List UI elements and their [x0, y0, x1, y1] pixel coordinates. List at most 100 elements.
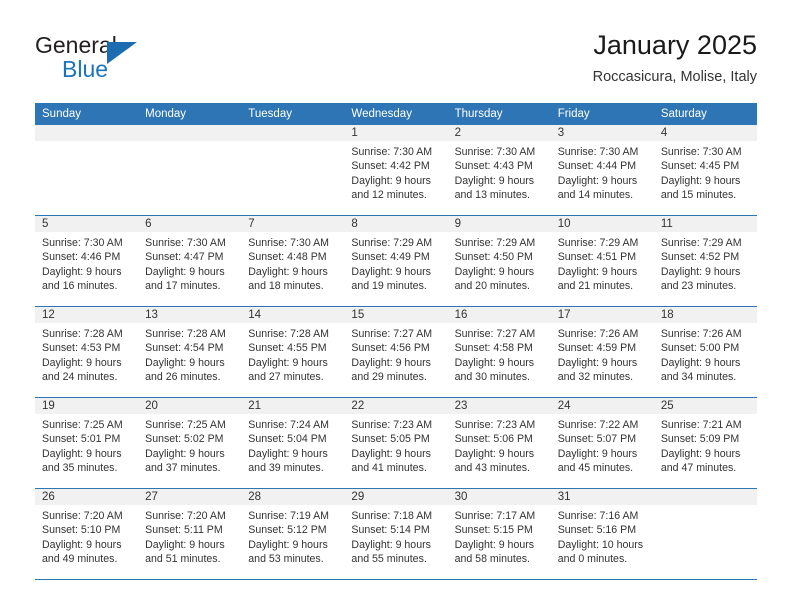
day-detail-line: Sunrise: 7:24 AM — [248, 419, 329, 431]
day-detail-line: and 24 minutes. — [42, 370, 118, 383]
day-detail-line: Sunrise: 7:28 AM — [145, 328, 226, 340]
day-detail-line: and 49 minutes. — [42, 552, 118, 565]
day-detail-line: Sunrise: 7:27 AM — [454, 328, 536, 340]
calendar-day-cell-empty — [653, 489, 757, 579]
day-details: Sunrise: 7:30 AM Sunset: 4:44 PM Daylight:… — [551, 141, 654, 202]
calendar-day-cell[interactable]: 11 Sunrise: 7:29 AM Sunset: 4:52 PM Dayligh… — [653, 216, 757, 306]
calendar-day-cell[interactable]: 20 Sunrise: 7:25 AM Sunset: 5:02 PM Dayligh… — [138, 398, 242, 488]
calendar-day-cell[interactable]: 2 Sunrise: 7:30 AM Sunset: 4:43 PM Daylight… — [447, 125, 551, 215]
calendar-day-cell[interactable]: 21 Sunrise: 7:24 AM Sunset: 5:04 PM Dayligh… — [241, 398, 345, 488]
day-details: Sunrise: 7:23 AM Sunset: 5:05 PM Daylight:… — [344, 414, 447, 475]
calendar-day-cell[interactable]: 5 Sunrise: 7:30 AM Sunset: 4:46 PM Daylight… — [35, 216, 139, 306]
day-number: 27 — [138, 489, 242, 505]
triangle-logo-icon — [107, 42, 137, 64]
day-detail-line: Sunset: 4:44 PM — [557, 160, 637, 173]
day-detail-line: Sunrise: 7:20 AM — [42, 510, 123, 522]
calendar-day-cell[interactable]: 1 Sunrise: 7:30 AM Sunset: 4:42 PM Daylight… — [344, 125, 448, 215]
calendar-day-cell[interactable]: 28 Sunrise: 7:19 AM Sunset: 5:12 PM Dayligh… — [241, 489, 345, 579]
general-blue-logo[interactable]: General Blue — [35, 32, 175, 88]
day-detail-line: Daylight: 9 hours — [145, 447, 225, 460]
day-detail-line: Sunset: 4:52 PM — [660, 251, 740, 264]
day-detail-line: Sunrise: 7:23 AM — [454, 419, 536, 431]
calendar-day-cell[interactable]: 18 Sunrise: 7:26 AM Sunset: 5:00 PM Dayligh… — [653, 307, 757, 397]
calendar-day-cell[interactable]: 14 Sunrise: 7:28 AM Sunset: 4:55 PM Dayligh… — [241, 307, 345, 397]
day-detail-line: Sunrise: 7:30 AM — [145, 237, 226, 249]
day-detail-line: and 47 minutes. — [660, 461, 737, 474]
day-detail-line: and 13 minutes. — [454, 188, 530, 201]
calendar-day-cell[interactable]: 7 Sunrise: 7:30 AM Sunset: 4:48 PM Daylight… — [241, 216, 345, 306]
calendar-day-cell[interactable]: 3 Sunrise: 7:30 AM Sunset: 4:44 PM Daylight… — [550, 125, 654, 215]
calendar-day-cell[interactable]: 23 Sunrise: 7:23 AM Sunset: 5:06 PM Dayligh… — [447, 398, 551, 488]
day-number: 5 — [35, 216, 139, 232]
weekday-header-thursday: Thursday — [447, 103, 551, 125]
day-detail-line: Sunrise: 7:29 AM — [351, 237, 433, 249]
day-detail-line: and 27 minutes. — [248, 370, 324, 383]
day-details: Sunrise: 7:26 AM Sunset: 4:59 PM Daylight:… — [551, 323, 654, 384]
day-details: Sunrise: 7:25 AM Sunset: 5:01 PM Daylight:… — [35, 414, 138, 475]
day-detail-line: Sunset: 4:47 PM — [145, 251, 224, 264]
day-number: 10 — [550, 216, 654, 232]
day-details: Sunrise: 7:28 AM Sunset: 4:53 PM Daylight:… — [35, 323, 138, 384]
day-details: Sunrise: 7:30 AM Sunset: 4:46 PM Daylight:… — [35, 232, 138, 293]
calendar-week-row: 19 Sunrise: 7:25 AM Sunset: 5:01 PM Dayligh… — [35, 397, 757, 489]
day-detail-line: Sunrise: 7:30 AM — [454, 146, 536, 158]
calendar-day-cell[interactable]: 24 Sunrise: 7:22 AM Sunset: 5:07 PM Dayligh… — [550, 398, 654, 488]
day-detail-line: and 23 minutes. — [660, 279, 737, 292]
day-detail-line: and 58 minutes. — [454, 552, 530, 565]
day-detail-line: Daylight: 9 hours — [557, 447, 638, 460]
day-number: 4 — [653, 125, 757, 141]
day-detail-line: Daylight: 9 hours — [248, 447, 328, 460]
calendar-day-cell[interactable]: 16 Sunrise: 7:27 AM Sunset: 4:58 PM Dayligh… — [447, 307, 551, 397]
day-number: 9 — [447, 216, 551, 232]
day-detail-line: Sunrise: 7:30 AM — [42, 237, 123, 249]
day-detail-line: and 29 minutes. — [351, 370, 427, 383]
day-detail-line: Daylight: 9 hours — [454, 265, 535, 278]
day-detail-line: Daylight: 9 hours — [248, 356, 328, 369]
calendar-day-cell[interactable]: 19 Sunrise: 7:25 AM Sunset: 5:01 PM Dayligh… — [35, 398, 139, 488]
calendar-day-cell[interactable]: 12 Sunrise: 7:28 AM Sunset: 4:53 PM Dayligh… — [35, 307, 139, 397]
calendar-day-cell[interactable]: 29 Sunrise: 7:18 AM Sunset: 5:14 PM Dayligh… — [344, 489, 448, 579]
calendar-day-cell[interactable]: 30 Sunrise: 7:17 AM Sunset: 5:15 PM Dayligh… — [447, 489, 551, 579]
day-number: 15 — [344, 307, 448, 323]
day-detail-line: Sunrise: 7:26 AM — [660, 328, 742, 340]
day-details: Sunrise: 7:29 AM Sunset: 4:50 PM Daylight:… — [448, 232, 551, 293]
day-detail-line: Daylight: 9 hours — [454, 538, 535, 551]
day-number: 8 — [344, 216, 448, 232]
day-detail-line: and 32 minutes. — [557, 370, 634, 383]
calendar-day-cell[interactable]: 8 Sunrise: 7:29 AM Sunset: 4:49 PM Daylight… — [344, 216, 448, 306]
day-details — [35, 141, 138, 145]
calendar-day-cell[interactable]: 17 Sunrise: 7:26 AM Sunset: 4:59 PM Dayligh… — [550, 307, 654, 397]
day-detail-line: Sunset: 4:54 PM — [145, 342, 224, 355]
day-detail-line: Sunrise: 7:29 AM — [557, 237, 639, 249]
calendar-day-cell[interactable]: 13 Sunrise: 7:28 AM Sunset: 4:54 PM Dayligh… — [138, 307, 242, 397]
calendar-day-cell[interactable]: 27 Sunrise: 7:20 AM Sunset: 5:11 PM Dayligh… — [138, 489, 242, 579]
calendar-day-cell[interactable]: 25 Sunrise: 7:21 AM Sunset: 5:09 PM Dayligh… — [653, 398, 757, 488]
calendar-day-cell[interactable]: 31 Sunrise: 7:16 AM Sunset: 5:16 PM Dayligh… — [550, 489, 654, 579]
day-detail-line: Sunrise: 7:25 AM — [42, 419, 123, 431]
calendar-day-cell[interactable]: 26 Sunrise: 7:20 AM Sunset: 5:10 PM Dayligh… — [35, 489, 139, 579]
day-detail-line: Sunset: 5:14 PM — [351, 524, 430, 537]
calendar-day-cell[interactable]: 10 Sunrise: 7:29 AM Sunset: 4:51 PM Dayligh… — [550, 216, 654, 306]
day-detail-line: and 51 minutes. — [145, 552, 221, 565]
day-detail-line: Daylight: 9 hours — [145, 265, 225, 278]
day-details: Sunrise: 7:30 AM Sunset: 4:42 PM Daylight:… — [344, 141, 447, 202]
day-detail-line: Sunrise: 7:21 AM — [660, 419, 742, 431]
day-number: 13 — [138, 307, 242, 323]
day-number: 18 — [653, 307, 757, 323]
page-header: General Blue January 2025 Roccasicura, M… — [35, 28, 757, 98]
calendar-day-cell[interactable]: 22 Sunrise: 7:23 AM Sunset: 5:05 PM Dayligh… — [344, 398, 448, 488]
calendar-day-cell[interactable]: 6 Sunrise: 7:30 AM Sunset: 4:47 PM Daylight… — [138, 216, 242, 306]
day-details: Sunrise: 7:20 AM Sunset: 5:11 PM Daylight:… — [138, 505, 241, 566]
calendar-bottom-rule — [35, 579, 757, 580]
day-details: Sunrise: 7:29 AM Sunset: 4:49 PM Daylight:… — [344, 232, 447, 293]
day-detail-line: Daylight: 9 hours — [454, 447, 535, 460]
calendar-day-cell[interactable]: 4 Sunrise: 7:30 AM Sunset: 4:45 PM Daylight… — [653, 125, 757, 215]
calendar-day-cell-empty — [35, 125, 139, 215]
day-detail-line: and 16 minutes. — [42, 279, 118, 292]
day-number: 26 — [35, 489, 139, 505]
day-details: Sunrise: 7:29 AM Sunset: 4:51 PM Daylight:… — [551, 232, 654, 293]
calendar-day-cell[interactable]: 15 Sunrise: 7:27 AM Sunset: 4:56 PM Dayligh… — [344, 307, 448, 397]
calendar-day-cell[interactable]: 9 Sunrise: 7:29 AM Sunset: 4:50 PM Daylight… — [447, 216, 551, 306]
day-detail-line: and 43 minutes. — [454, 461, 530, 474]
day-number: 25 — [653, 398, 757, 414]
